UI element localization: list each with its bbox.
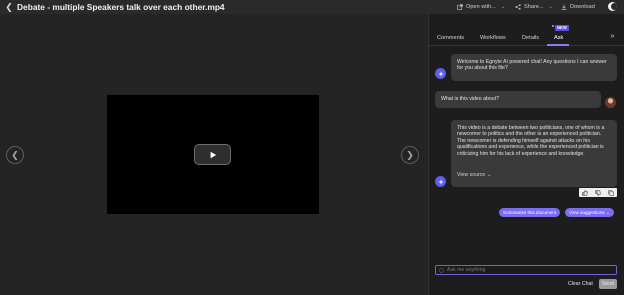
ai-message-answer: This video is a debate between two polit… bbox=[451, 120, 617, 187]
welcome-text: Welcome to Egnyte AI powered chat! Any q… bbox=[457, 59, 607, 72]
open-external-icon bbox=[457, 4, 463, 10]
sparkle-icon bbox=[437, 178, 444, 185]
feedback-bar bbox=[579, 188, 617, 197]
collapse-panel-button[interactable]: » bbox=[608, 32, 617, 41]
clear-chat-button[interactable]: Clear Chat bbox=[568, 280, 593, 289]
sparkle-icon bbox=[437, 70, 444, 77]
sparkle-icon bbox=[439, 267, 444, 273]
tab-comments[interactable]: Comments bbox=[437, 33, 464, 43]
share-button[interactable]: Share... ⌄ bbox=[515, 1, 553, 13]
chevron-left-icon: ❮ bbox=[5, 1, 13, 12]
ask-input-container bbox=[435, 265, 617, 275]
download-label: Download bbox=[570, 4, 595, 10]
file-viewer: ❮ ❯ bbox=[0, 14, 428, 295]
user-message: What is this video about? bbox=[435, 91, 601, 108]
open-with-label: Open with... bbox=[466, 4, 496, 10]
view-source-link[interactable]: View source ⌄ bbox=[457, 172, 491, 178]
chevron-left-icon: ❮ bbox=[11, 149, 19, 160]
ai-avatar bbox=[435, 68, 446, 79]
user-avatar bbox=[605, 97, 616, 108]
copy-icon bbox=[607, 189, 614, 196]
tab-workflows[interactable]: Workflows bbox=[480, 33, 506, 43]
video-player[interactable] bbox=[107, 95, 319, 214]
thumbs-up-icon bbox=[582, 189, 589, 196]
suggestion-summarize-chip[interactable]: Summarize this document bbox=[499, 208, 561, 217]
answer-text: This video is a debate between two polit… bbox=[457, 125, 605, 157]
download-button[interactable]: Download bbox=[561, 1, 595, 13]
chevron-down-icon: ⌄ bbox=[500, 4, 506, 10]
active-tab-indicator bbox=[547, 44, 569, 46]
chevron-down-icon: ⌄ bbox=[605, 210, 610, 215]
send-button[interactable]: Send bbox=[599, 279, 617, 289]
tab-ask[interactable]: Ask bbox=[554, 33, 563, 43]
ai-message-welcome: Welcome to Egnyte AI powered chat! Any q… bbox=[451, 54, 617, 81]
new-badge: NEW bbox=[555, 25, 569, 31]
user-question-text: What is this video about? bbox=[441, 96, 499, 102]
ai-avatar bbox=[435, 176, 446, 187]
open-with-button[interactable]: Open with... ⌄ bbox=[457, 1, 505, 13]
thumbs-down-icon bbox=[595, 189, 601, 196]
view-suggestions-chip[interactable]: View suggestions ⌄ bbox=[565, 208, 614, 217]
file-title: Debate - multiple Speakers talk over eac… bbox=[17, 2, 225, 12]
copy-button[interactable] bbox=[607, 189, 615, 196]
chevron-down-icon: ⌄ bbox=[548, 4, 553, 10]
tab-details[interactable]: Details bbox=[522, 33, 539, 43]
download-icon bbox=[561, 4, 567, 10]
share-label: Share... bbox=[524, 4, 544, 10]
play-icon bbox=[210, 151, 216, 158]
play-button[interactable] bbox=[194, 144, 231, 165]
double-chevron-right-icon: » bbox=[610, 33, 615, 40]
thumbs-down-button[interactable] bbox=[594, 189, 602, 196]
back-button[interactable]: ❮ bbox=[4, 1, 14, 13]
view-source-label: View source bbox=[457, 172, 486, 178]
top-bar: ❮ Debate - multiple Speakers talk over e… bbox=[0, 0, 624, 14]
view-suggestions-label: View suggestions bbox=[569, 210, 605, 215]
chevron-right-icon: ❯ bbox=[406, 149, 414, 160]
share-icon bbox=[515, 4, 521, 10]
ask-input[interactable] bbox=[447, 267, 616, 273]
previous-file-button[interactable]: ❮ bbox=[6, 146, 24, 164]
chevron-down-icon: ⌄ bbox=[487, 172, 492, 178]
user-menu-avatar[interactable] bbox=[608, 2, 617, 11]
new-indicator-dot bbox=[552, 25, 554, 27]
panel-tabs: Comments Workflows Details Ask NEW » bbox=[429, 14, 624, 46]
side-panel: Comments Workflows Details Ask NEW » Wel… bbox=[428, 14, 624, 295]
thumbs-up-button[interactable] bbox=[581, 189, 589, 196]
next-file-button[interactable]: ❯ bbox=[401, 146, 419, 164]
